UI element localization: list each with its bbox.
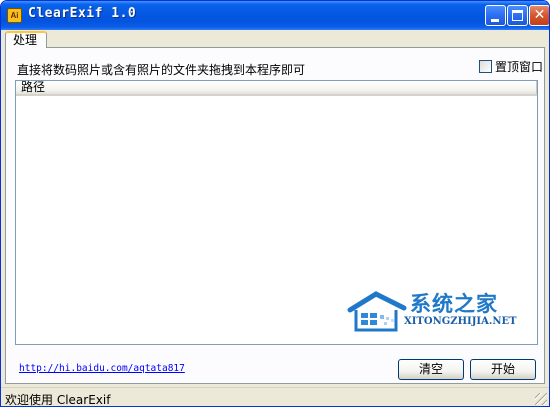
topmost-checkbox[interactable] — [479, 59, 492, 73]
watermark-title: 系统之家 — [410, 292, 498, 316]
close-icon: ✕ — [533, 7, 546, 23]
status-bar: 欢迎使用 ClearExif — [1, 387, 549, 407]
site-watermark: 系统之家 XITONGZHIJIA.NET — [346, 284, 526, 336]
title-bar[interactable]: Ai ClearExif 1.0 ✕ — [1, 1, 549, 30]
homepage-link[interactable]: http://hi.baidu.com/aqtata817 — [19, 363, 185, 374]
app-icon[interactable]: Ai — [7, 8, 22, 23]
start-button[interactable]: 开始 — [470, 359, 536, 380]
minimize-button[interactable] — [485, 5, 506, 26]
list-header: 路径 — [16, 81, 537, 96]
tab-process[interactable]: 处理 — [5, 31, 47, 48]
resize-grip-icon[interactable] — [535, 393, 547, 405]
minimize-icon — [491, 19, 499, 22]
watermark-url: XITONGZHIJIA.NET — [404, 316, 517, 327]
instruction-text: 直接将数码照片或含有照片的文件夹拖拽到本程序即可 — [17, 63, 306, 77]
column-header-path[interactable]: 路径 — [16, 81, 537, 94]
close-button[interactable]: ✕ — [529, 5, 549, 26]
topmost-checkbox-group[interactable]: 置顶窗口 — [479, 58, 543, 75]
maximize-icon — [512, 10, 523, 21]
status-text: 欢迎使用 ClearExif — [5, 393, 111, 407]
window-title: ClearExif 1.0 — [28, 6, 137, 21]
house-logo-icon — [347, 291, 407, 332]
main-window: Ai ClearExif 1.0 ✕ 处理 直接将数码照片或含有照片的文件夹拖拽… — [0, 0, 550, 407]
maximize-button[interactable] — [507, 5, 528, 26]
topmost-label[interactable]: 置顶窗口 — [495, 58, 543, 75]
clear-button[interactable]: 清空 — [398, 359, 464, 380]
